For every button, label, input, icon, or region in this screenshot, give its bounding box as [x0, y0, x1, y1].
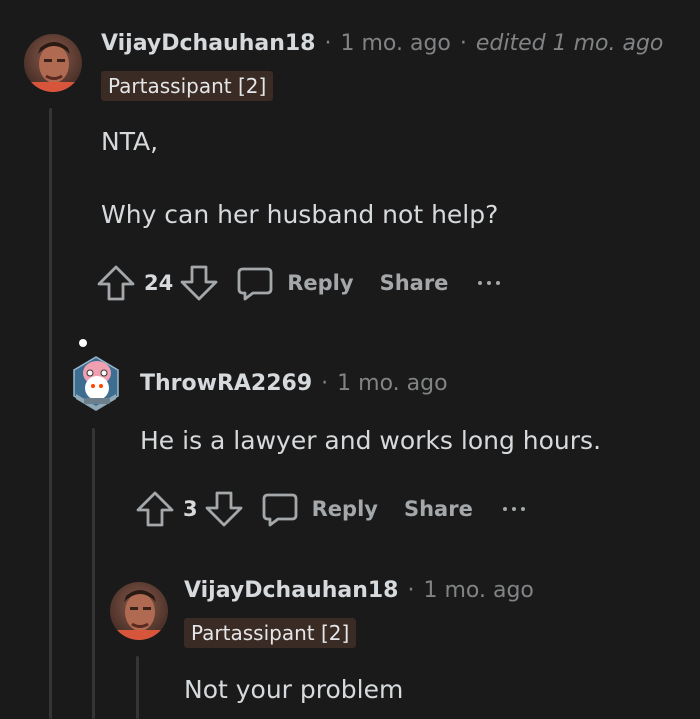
comment-meta: VijayDchauhan18 · 1 mo. ago — [184, 576, 534, 606]
avatar[interactable] — [110, 582, 168, 640]
username[interactable]: ThrowRA2269 — [140, 369, 312, 399]
comment-body-line: He is a lawyer and works long hours. — [140, 426, 602, 455]
comment-icon — [260, 489, 300, 529]
more-options-icon[interactable] — [502, 507, 525, 511]
upvote-icon[interactable] — [135, 489, 175, 529]
user-flair: Partassipant [2] — [184, 618, 357, 648]
share-button[interactable]: Share — [380, 271, 449, 295]
avatar[interactable] — [24, 34, 82, 92]
username[interactable]: VijayDchauhan18 — [184, 576, 399, 606]
comment-thread: VijayDchauhan18 · 1 mo. ago · edited 1 m… — [0, 0, 700, 719]
separator: · — [459, 31, 467, 56]
timestamp[interactable]: 1 mo. ago — [337, 369, 447, 399]
comment-meta: VijayDchauhan18 · 1 mo. ago · edited 1 m… — [101, 29, 663, 59]
timestamp[interactable]: 1 mo. ago — [341, 29, 451, 59]
vote-count: 3 — [183, 497, 198, 521]
thread-line[interactable] — [49, 108, 52, 719]
upvote-icon[interactable] — [96, 263, 136, 303]
separator: · — [324, 31, 332, 56]
reply-button[interactable]: Reply — [235, 263, 354, 303]
separator: · — [407, 578, 415, 603]
username[interactable]: VijayDchauhan18 — [101, 29, 316, 59]
vote-count: 24 — [144, 271, 174, 295]
separator: · — [321, 371, 329, 396]
comment-body-line: NTA, — [101, 127, 159, 156]
avatar[interactable] — [66, 336, 126, 414]
share-button[interactable]: Share — [404, 497, 473, 521]
comment-body-line: Not your problem — [184, 675, 404, 704]
more-options-icon[interactable] — [478, 281, 501, 285]
comment-actions: 24 Reply Share — [96, 261, 501, 305]
thread-line[interactable] — [136, 656, 139, 719]
thread-line[interactable] — [92, 428, 95, 719]
comment-meta: ThrowRA2269 · 1 mo. ago — [140, 369, 448, 399]
reply-label: Reply — [311, 497, 378, 521]
timestamp[interactable]: 1 mo. ago — [424, 576, 534, 606]
comment-actions: 3 Reply Share — [135, 487, 525, 531]
reply-label: Reply — [287, 271, 354, 295]
edited-label: edited 1 mo. ago — [475, 31, 664, 56]
comment-body-line: Why can her husband not help? — [101, 200, 499, 229]
user-flair: Partassipant [2] — [101, 71, 274, 101]
downvote-icon[interactable] — [204, 489, 244, 529]
comment-icon — [235, 263, 275, 303]
reply-button[interactable]: Reply — [260, 489, 378, 529]
downvote-icon[interactable] — [179, 263, 219, 303]
